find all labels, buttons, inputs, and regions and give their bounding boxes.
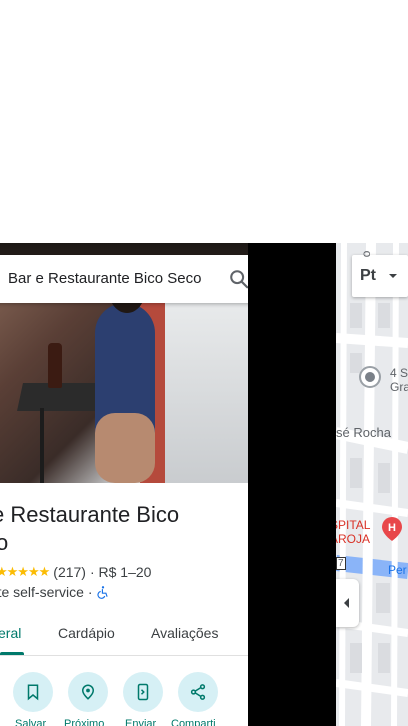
tab-overview[interactable]: eral	[0, 625, 21, 641]
place-category: ante self-service ·	[0, 584, 93, 600]
map-label-vertical: o	[360, 250, 375, 258]
tab-bar: eral Cardápio Avaliações	[0, 615, 248, 656]
map-label-4s: 4 S	[390, 366, 408, 380]
place-title-cont: o	[0, 530, 9, 555]
share-button[interactable]	[178, 672, 218, 712]
svg-text:H: H	[388, 522, 396, 534]
tab-reviews[interactable]: Avaliações	[151, 625, 218, 641]
bookmark-icon	[27, 684, 39, 701]
send-to-phone-icon	[137, 683, 149, 701]
tab-menu[interactable]: Cardápio	[58, 625, 115, 641]
collapse-panel-button[interactable]	[336, 579, 359, 627]
share-icon	[190, 684, 206, 700]
map-view[interactable]: Pt 4 S Gra sé Rocha SPITAL AROJA H 7 Per…	[336, 243, 408, 726]
map-label-gra: Gra	[390, 380, 408, 394]
place-marker-icon[interactable]	[358, 365, 382, 389]
nearby-button[interactable]	[68, 672, 108, 712]
hospital-icon[interactable]: H	[381, 516, 403, 542]
accessibility-icon	[97, 586, 109, 599]
search-icon[interactable]	[228, 268, 248, 290]
send-to-phone-button[interactable]	[123, 672, 163, 712]
place-panel: Bar e Restaurante Bico Seco e Restaurant…	[0, 243, 248, 726]
map-streets	[336, 243, 408, 726]
map-label-street: sé Rocha	[336, 425, 391, 440]
share-label: Comparti	[171, 718, 216, 726]
black-divider	[248, 243, 336, 726]
rating-row[interactable]: ★★★★★ (217) · R$ 1–20	[0, 564, 151, 580]
nearby-label: Próximo	[64, 718, 105, 726]
chevron-down-icon	[389, 274, 397, 278]
map-layers-button[interactable]: Pt	[352, 255, 408, 297]
map-label-hospital[interactable]: SPITAL	[336, 518, 370, 532]
map-label-hospital-2[interactable]: AROJA	[336, 532, 370, 546]
blank-area	[0, 0, 408, 243]
save-button[interactable]	[13, 672, 53, 712]
action-row: Salvar Próximo Enviar Comparti	[0, 668, 248, 726]
search-box[interactable]: Bar e Restaurante Bico Seco	[0, 255, 248, 303]
rating-stars: ★★★★★	[0, 564, 50, 579]
map-label-per: Per	[388, 563, 407, 577]
chevron-left-icon	[344, 598, 349, 608]
map-layer-label: Pt	[360, 267, 376, 284]
category-row: ante self-service ·	[0, 584, 110, 600]
price-range: · R$ 1–20	[89, 564, 152, 580]
save-label: Salvar	[15, 718, 47, 726]
search-input[interactable]: Bar e Restaurante Bico Seco	[8, 270, 201, 287]
place-title: e Restaurante Bico	[0, 502, 180, 527]
nearby-icon	[81, 684, 95, 700]
tab-indicator	[0, 652, 24, 655]
route-shield: 7	[336, 557, 346, 570]
rating-count[interactable]: (217)	[53, 564, 86, 580]
send-label: Enviar	[125, 718, 157, 726]
